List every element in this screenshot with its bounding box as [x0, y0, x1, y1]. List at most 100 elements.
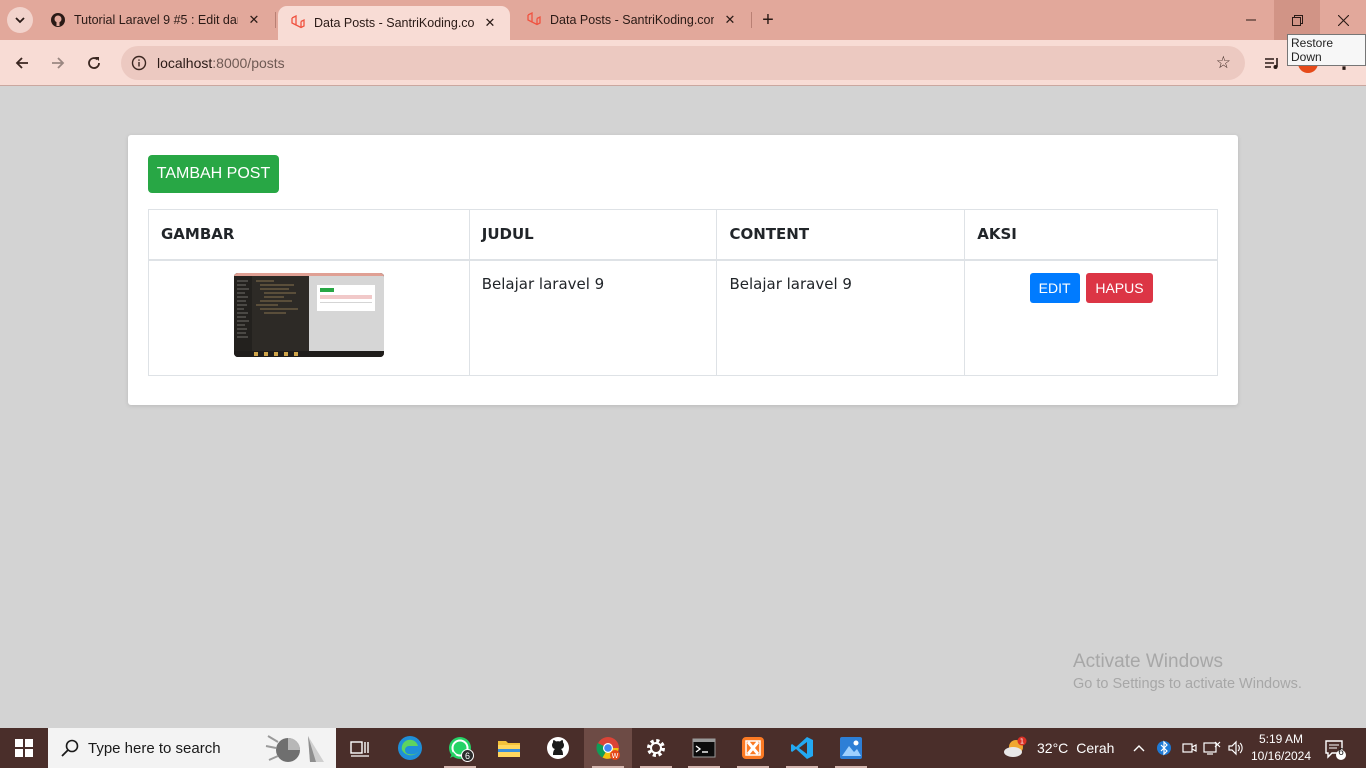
delete-button[interactable]: HAPUS — [1086, 272, 1153, 303]
taskbar-app-github[interactable] — [534, 728, 582, 768]
tab-title: Data Posts - SantriKoding.com — [550, 13, 714, 27]
taskbar-app-photos[interactable] — [827, 728, 875, 768]
tab-data-posts[interactable]: Data Posts - SantriKoding.com ✕ — [514, 0, 750, 40]
post-actions-cell: EDIT HAPUS — [964, 259, 1218, 376]
notification-center-button[interactable]: 6 — [1322, 736, 1348, 762]
edge-icon — [398, 736, 422, 760]
column-header-gambar: GAMBAR — [148, 209, 470, 261]
add-post-button[interactable]: TAMBAH POST — [148, 155, 279, 193]
xampp-icon — [742, 737, 764, 759]
column-header-content: CONTENT — [716, 209, 966, 261]
tab-separator — [275, 12, 276, 28]
post-content-cell: Belajar laravel 9 — [716, 259, 966, 376]
laravel-icon — [526, 12, 542, 28]
watermark-title: Activate Windows — [1073, 651, 1223, 672]
site-info-icon[interactable] — [127, 51, 151, 75]
edit-button[interactable]: EDIT — [1029, 272, 1080, 303]
posts-card: TAMBAH POST GAMBAR JUDUL CONTENT AKSI Be… — [128, 135, 1238, 405]
github-icon — [50, 12, 66, 28]
search-icon — [61, 739, 79, 757]
clock-date: 10/16/2024 — [1250, 749, 1312, 763]
plus-icon: + — [762, 8, 774, 31]
address-bar[interactable]: localhost:8000/posts ☆ — [121, 46, 1245, 80]
taskbar-app-file-explorer[interactable] — [485, 728, 533, 768]
tab-tutorial[interactable]: Tutorial Laravel 9 #5 : Edit dan Update … — [38, 0, 274, 40]
whatsapp-badge: 6 — [461, 749, 474, 762]
column-header-aksi: AKSI — [964, 209, 1218, 261]
vscode-icon — [791, 737, 813, 759]
minimize-icon — [1246, 19, 1256, 21]
tab-strip: Tutorial Laravel 9 #5 : Edit dan Update … — [0, 0, 1366, 40]
taskbar-app-terminal[interactable] — [680, 728, 728, 768]
reload-button[interactable] — [80, 49, 108, 77]
weather-condition: Cerah — [1076, 740, 1115, 756]
weather-widget[interactable]: 1 32°C Cerah — [1003, 728, 1114, 768]
restore-icon — [1291, 14, 1303, 26]
gear-icon — [647, 739, 665, 757]
tooltip: Restore Down — [1287, 34, 1366, 66]
taskbar-app-chrome[interactable]: W — [584, 728, 632, 768]
tab-close-icon[interactable]: ✕ — [482, 15, 498, 31]
taskbar-app-whatsapp[interactable]: 6 — [436, 728, 484, 768]
laravel-icon — [290, 15, 306, 31]
forward-button[interactable] — [44, 49, 72, 77]
network-icon[interactable] — [1203, 728, 1221, 768]
browser-toolbar: localhost:8000/posts ☆ W ⋮ — [0, 40, 1366, 86]
url-text[interactable]: localhost:8000/posts — [157, 55, 285, 71]
svg-text:1: 1 — [1020, 738, 1024, 746]
search-placeholder: Type here to search — [88, 740, 221, 757]
url-path: :8000/posts — [212, 55, 285, 71]
table-row: Belajar laravel 9 Belajar laravel 9 EDIT… — [148, 259, 1218, 376]
tab-search-button[interactable] — [7, 7, 33, 33]
minimize-button[interactable] — [1228, 0, 1274, 40]
volume-icon[interactable] — [1227, 728, 1245, 768]
table-header-row: GAMBAR JUDUL CONTENT AKSI — [148, 209, 1218, 261]
weather-temperature: 32°C — [1037, 740, 1069, 756]
windows-taskbar: Type here to search 6 W 1 32°C Cerah 5:1… — [0, 728, 1366, 768]
terminal-icon — [692, 738, 716, 758]
windows-logo-icon — [15, 739, 33, 757]
taskbar-app-edge[interactable] — [386, 728, 434, 768]
tab-close-icon[interactable]: ✕ — [246, 12, 262, 28]
watermark-subtitle: Go to Settings to activate Windows. — [1073, 676, 1302, 692]
bluetooth-icon[interactable] — [1157, 728, 1171, 768]
task-view-button[interactable] — [336, 728, 384, 768]
post-thumbnail — [233, 272, 384, 357]
photos-icon — [840, 737, 862, 759]
tab-data-posts-active[interactable]: Data Posts - SantriKoding.com ✕ — [278, 6, 510, 40]
tab-title: Tutorial Laravel 9 #5 : Edit dan Update … — [74, 13, 238, 27]
chrome-icon: W — [596, 737, 620, 760]
tab-close-icon[interactable]: ✕ — [722, 12, 738, 28]
bookmark-star-icon[interactable]: ☆ — [1216, 53, 1231, 73]
taskbar-app-xampp[interactable] — [729, 728, 777, 768]
show-hidden-icons-button[interactable] — [1132, 728, 1146, 768]
chevron-up-icon — [1133, 745, 1145, 752]
arrow-left-icon — [15, 57, 28, 69]
taskbar-app-settings[interactable] — [632, 728, 680, 768]
search-highlight-image — [265, 735, 324, 762]
post-image-cell — [148, 259, 470, 376]
github-icon — [547, 737, 569, 759]
tab-title: Data Posts - SantriKoding.com — [314, 16, 474, 30]
posts-table: GAMBAR JUDUL CONTENT AKSI Belajar larave… — [148, 209, 1218, 376]
notification-count: 6 — [1338, 747, 1344, 758]
folder-icon — [498, 741, 520, 757]
tab-separator — [751, 12, 752, 28]
task-view-icon — [350, 741, 369, 757]
reload-icon — [88, 57, 100, 69]
svg-text:W: W — [612, 752, 619, 760]
media-control-icon[interactable] — [1259, 50, 1285, 76]
taskbar-app-vscode[interactable] — [778, 728, 826, 768]
taskbar-search-box[interactable]: Type here to search — [48, 728, 336, 768]
activate-windows-watermark: Activate Windows Go to Settings to activ… — [1073, 651, 1302, 692]
new-tab-button[interactable]: + — [756, 8, 780, 32]
back-button[interactable] — [8, 49, 36, 77]
meet-now-icon[interactable] — [1181, 728, 1197, 768]
system-clock[interactable]: 5:19 AM 10/16/2024 — [1250, 731, 1312, 765]
close-icon — [1337, 14, 1349, 26]
url-host: localhost — [157, 55, 213, 71]
start-button[interactable] — [0, 728, 48, 768]
weather-cloud-icon: 1 — [1003, 736, 1027, 760]
column-header-judul: JUDUL — [468, 209, 718, 261]
clock-time: 5:19 AM — [1258, 732, 1304, 746]
